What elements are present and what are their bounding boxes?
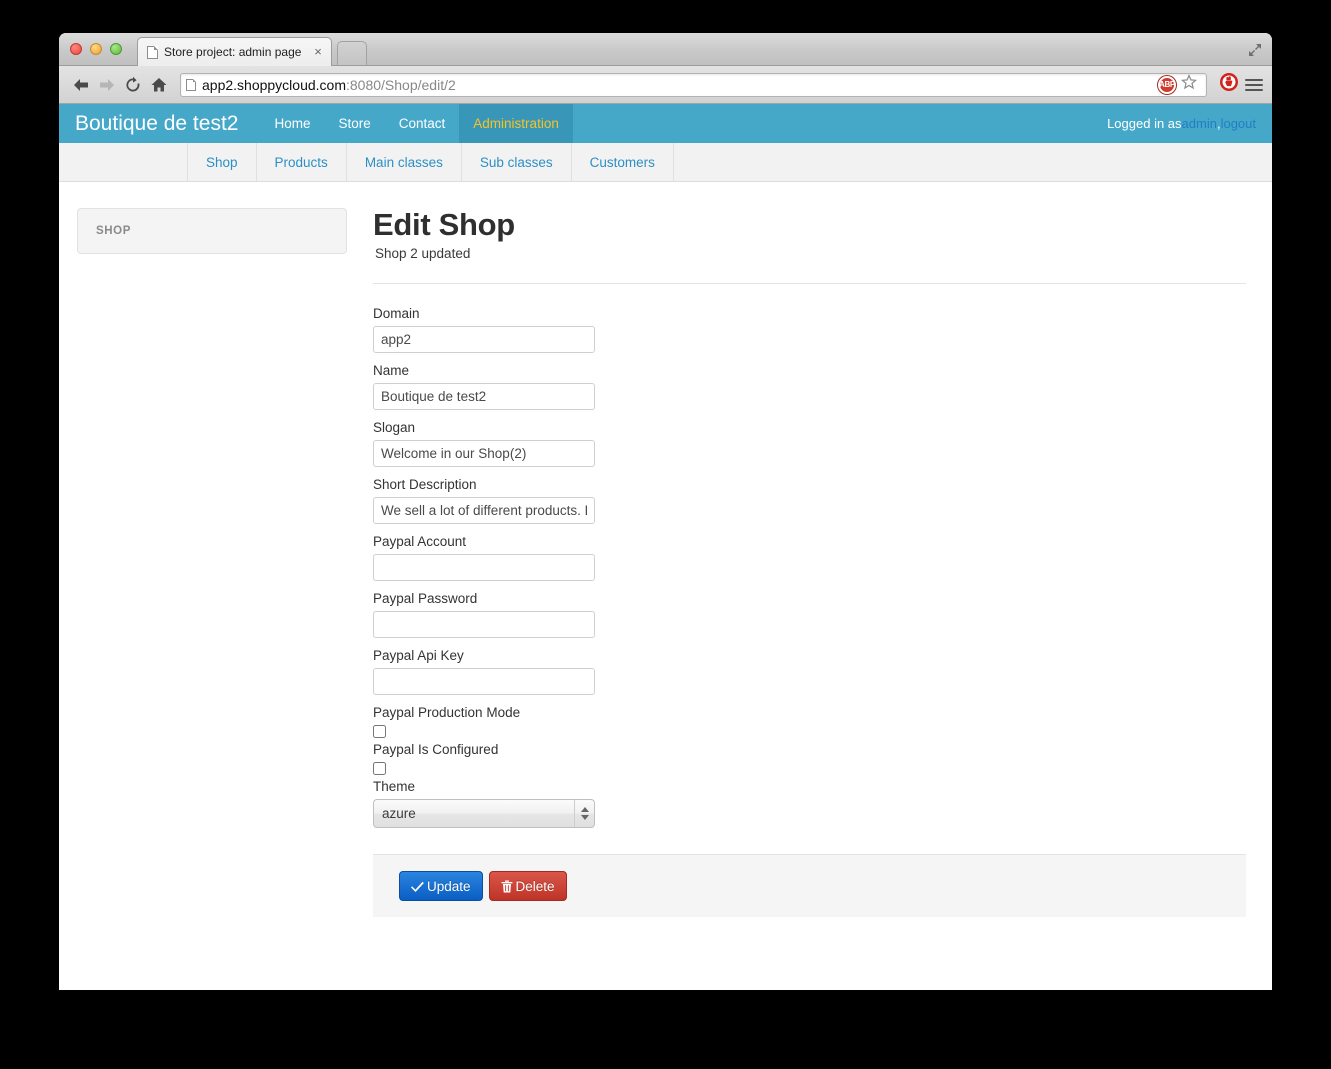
check-icon <box>411 880 424 892</box>
url-text: app2.shoppycloud.com:8080/Shop/edit/2 <box>202 77 456 93</box>
input-paypal-api-key[interactable] <box>373 668 595 695</box>
trash-icon <box>501 880 513 893</box>
field-domain: Domain <box>373 306 1246 353</box>
input-paypal-account[interactable] <box>373 554 595 581</box>
blocker-stop-icon[interactable] <box>1219 72 1239 97</box>
browser-tab[interactable]: Store project: admin page × <box>137 37 332 66</box>
main-column: Edit Shop Shop 2 updated Domain Name Slo… <box>347 208 1256 917</box>
nav-item-store[interactable]: Store <box>324 104 384 143</box>
label-short-description: Short Description <box>373 477 1246 492</box>
window-maximize-button[interactable] <box>110 43 122 55</box>
window-controls <box>70 43 122 55</box>
theme-select-wrapper: azure <box>373 799 595 828</box>
label-paypal-account: Paypal Account <box>373 534 1246 549</box>
reload-icon[interactable] <box>120 72 146 98</box>
label-theme: Theme <box>373 779 1246 794</box>
subnav-item-sub-classes[interactable]: Sub classes <box>462 143 572 181</box>
window-close-button[interactable] <box>70 43 82 55</box>
input-domain[interactable] <box>373 326 595 353</box>
logout-link[interactable]: logout <box>1221 116 1256 131</box>
sub-navigation: Shop Products Main classes Sub classes C… <box>59 143 1272 182</box>
input-short-description[interactable] <box>373 497 595 524</box>
label-paypal-is-configured: Paypal Is Configured <box>373 742 1246 757</box>
field-short-description: Short Description <box>373 477 1246 524</box>
subnav-item-main-classes[interactable]: Main classes <box>347 143 462 181</box>
fullscreen-icon[interactable] <box>1246 41 1264 59</box>
close-icon[interactable]: × <box>311 45 325 59</box>
sidebar-panel-label: SHOP <box>96 225 131 237</box>
browser-menu-icon[interactable] <box>1245 76 1263 94</box>
forward-icon[interactable] <box>94 72 120 98</box>
select-theme[interactable]: azure <box>373 799 595 828</box>
input-name[interactable] <box>373 383 595 410</box>
sidebar: SHOP <box>77 208 347 917</box>
site-icon <box>186 79 196 91</box>
checkbox-paypal-is-configured[interactable] <box>373 762 386 775</box>
page-title: Edit Shop <box>373 208 1246 242</box>
field-slogan: Slogan <box>373 420 1246 467</box>
page-viewport: Boutique de test2 Home Store Contact Adm… <box>59 104 1272 988</box>
sidebar-panel-shop[interactable]: SHOP <box>77 208 347 254</box>
current-user-link[interactable]: admin <box>1182 116 1217 131</box>
label-paypal-production-mode: Paypal Production Mode <box>373 705 1246 720</box>
input-slogan[interactable] <box>373 440 595 467</box>
back-icon[interactable] <box>68 72 94 98</box>
bookmark-star-icon[interactable] <box>1181 74 1197 95</box>
site-header: Boutique de test2 Home Store Contact Adm… <box>59 104 1272 143</box>
subnav-item-shop[interactable]: Shop <box>187 143 257 181</box>
label-domain: Domain <box>373 306 1246 321</box>
field-paypal-password: Paypal Password <box>373 591 1246 638</box>
window-minimize-button[interactable] <box>90 43 102 55</box>
url-host: app2.shoppycloud.com <box>202 77 346 93</box>
url-path: :8080/Shop/edit/2 <box>346 77 456 93</box>
label-paypal-password: Paypal Password <box>373 591 1246 606</box>
nav-item-contact[interactable]: Contact <box>385 104 460 143</box>
home-icon[interactable] <box>146 72 172 98</box>
browser-toolbar: app2.shoppycloud.com:8080/Shop/edit/2 AB… <box>59 66 1272 104</box>
browser-titlebar: Store project: admin page × <box>59 33 1272 66</box>
browser-window: Store project: admin page × <box>59 33 1272 990</box>
label-name: Name <box>373 363 1246 378</box>
subnav-item-customers[interactable]: Customers <box>572 143 674 181</box>
form-actions: Update Delete <box>373 854 1246 917</box>
field-name: Name <box>373 363 1246 410</box>
site-brand[interactable]: Boutique de test2 <box>59 104 260 143</box>
field-paypal-is-configured: Paypal Is Configured <box>373 742 1246 775</box>
adblock-icon[interactable]: ABP <box>1158 76 1176 94</box>
field-theme: Theme azure <box>373 779 1246 828</box>
main-navigation: Home Store Contact Administration <box>260 104 572 143</box>
page-content: SHOP Edit Shop Shop 2 updated Domain Nam… <box>59 182 1272 917</box>
field-paypal-production-mode: Paypal Production Mode <box>373 705 1246 738</box>
new-tab-button[interactable] <box>337 41 367 65</box>
label-paypal-api-key: Paypal Api Key <box>373 648 1246 663</box>
field-paypal-api-key: Paypal Api Key <box>373 648 1246 695</box>
address-bar[interactable]: app2.shoppycloud.com:8080/Shop/edit/2 AB… <box>180 73 1207 97</box>
login-status: Logged in as admin, logout <box>1107 104 1272 143</box>
checkbox-paypal-production-mode[interactable] <box>373 725 386 738</box>
nav-item-home[interactable]: Home <box>260 104 324 143</box>
label-slogan: Slogan <box>373 420 1246 435</box>
update-button[interactable]: Update <box>399 871 483 901</box>
edit-shop-form: Domain Name Slogan Short Description <box>373 284 1246 828</box>
input-paypal-password[interactable] <box>373 611 595 638</box>
update-button-label: Update <box>427 879 471 894</box>
nav-item-administration[interactable]: Administration <box>459 104 573 143</box>
delete-button[interactable]: Delete <box>489 871 567 901</box>
page-icon <box>147 46 158 59</box>
delete-button-label: Delete <box>516 879 555 894</box>
login-prefix: Logged in as <box>1107 116 1181 131</box>
tab-title: Store project: admin page <box>164 45 311 59</box>
page-subtitle: Shop 2 updated <box>375 246 1246 261</box>
field-paypal-account: Paypal Account <box>373 534 1246 581</box>
subnav-item-products[interactable]: Products <box>257 143 347 181</box>
